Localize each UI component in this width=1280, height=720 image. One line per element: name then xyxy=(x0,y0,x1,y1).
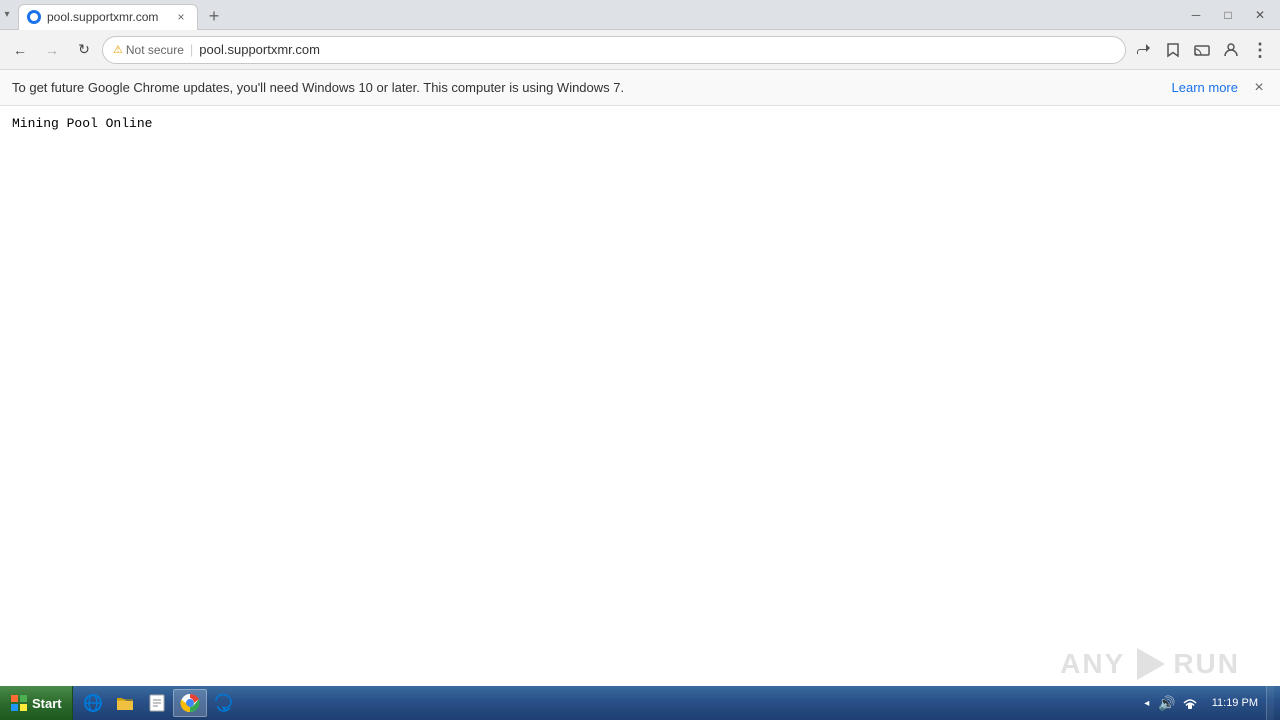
windows-logo-icon xyxy=(11,695,27,711)
share-button[interactable] xyxy=(1130,36,1158,64)
bookmark-button[interactable] xyxy=(1159,36,1187,64)
cast-icon xyxy=(1194,42,1210,58)
taskbar-item-chrome[interactable] xyxy=(173,689,207,717)
active-tab[interactable]: pool.supportxmr.com × xyxy=(18,4,198,30)
speaker-icon[interactable]: 🔊 xyxy=(1158,695,1175,712)
learn-more-link[interactable]: Learn more xyxy=(1172,80,1238,95)
title-bar: ▾ pool.supportxmr.com × + ─ □ ✕ xyxy=(0,0,1280,30)
new-tab-button[interactable]: + xyxy=(200,4,228,30)
notepad-icon xyxy=(147,693,167,713)
ie-icon xyxy=(83,693,103,713)
navigation-bar: ← → ↻ ⚠ Not secure | pool.supportxmr.com… xyxy=(0,30,1280,70)
tab-title: pool.supportxmr.com xyxy=(47,10,169,24)
tab-dropdown[interactable]: ▾ xyxy=(0,0,14,30)
taskbar-item-edge[interactable] xyxy=(207,689,239,717)
network-icon[interactable] xyxy=(1182,696,1198,710)
network-icon-svg xyxy=(1182,696,1198,710)
taskbar-right: ◂ 🔊 11:19 PM xyxy=(1129,686,1280,720)
taskbar: Start xyxy=(0,686,1280,720)
maximize-button[interactable]: □ xyxy=(1212,5,1244,25)
info-bar-message: To get future Google Chrome updates, you… xyxy=(12,80,1172,95)
minimize-button[interactable]: ─ xyxy=(1180,5,1212,25)
menu-button[interactable]: ⋮ xyxy=(1246,36,1274,64)
chrome-icon xyxy=(180,693,200,713)
nav-action-buttons: ⋮ xyxy=(1130,36,1274,64)
tab-close-button[interactable]: × xyxy=(173,9,189,25)
address-divider: | xyxy=(190,42,193,57)
folder-icon xyxy=(115,693,135,713)
back-button[interactable]: ← xyxy=(6,36,34,64)
system-clock[interactable]: 11:19 PM xyxy=(1206,696,1264,710)
bookmark-icon xyxy=(1165,42,1181,58)
start-label: Start xyxy=(32,696,62,711)
taskbar-item-explorer[interactable] xyxy=(109,689,141,717)
start-button[interactable]: Start xyxy=(0,686,73,720)
info-bar: To get future Google Chrome updates, you… xyxy=(0,70,1280,106)
security-label: Not secure xyxy=(126,43,184,57)
taskbar-items xyxy=(73,686,239,720)
favicon-inner xyxy=(30,13,38,21)
address-bar[interactable]: ⚠ Not secure | pool.supportxmr.com xyxy=(102,36,1126,64)
reload-button[interactable]: ↻ xyxy=(70,36,98,64)
tab-strip: ▾ pool.supportxmr.com × + xyxy=(0,0,1180,30)
system-tray: ◂ 🔊 xyxy=(1135,686,1203,720)
tabcast-button[interactable] xyxy=(1188,36,1216,64)
notification-arrow[interactable]: ◂ xyxy=(1141,698,1152,709)
warning-icon: ⚠ xyxy=(113,43,123,56)
profile-icon xyxy=(1223,42,1239,58)
watermark: ANY RUN xyxy=(1060,644,1240,684)
window-controls: ─ □ ✕ xyxy=(1180,5,1280,25)
watermark-text-any: ANY xyxy=(1060,648,1125,680)
taskbar-left: Start xyxy=(0,686,239,720)
page-content: Mining Pool Online xyxy=(0,106,1280,686)
page-text: Mining Pool Online xyxy=(12,116,152,131)
info-bar-close-button[interactable]: × xyxy=(1250,79,1268,97)
start-icon xyxy=(10,694,28,712)
watermark-play-icon xyxy=(1129,644,1169,684)
url-text: pool.supportxmr.com xyxy=(199,42,1115,57)
tab-favicon xyxy=(27,10,41,24)
close-button[interactable]: ✕ xyxy=(1244,5,1276,25)
share-icon xyxy=(1136,42,1152,58)
watermark-text-run: RUN xyxy=(1173,648,1240,680)
tab-list: pool.supportxmr.com × + xyxy=(14,0,228,30)
edge-icon xyxy=(213,693,233,713)
browser-content: Mining Pool Online xyxy=(0,106,1280,686)
taskbar-item-ie[interactable] xyxy=(77,689,109,717)
security-indicator: ⚠ Not secure xyxy=(113,43,184,57)
show-desktop-button[interactable] xyxy=(1266,686,1274,720)
forward-button[interactable]: → xyxy=(38,36,66,64)
profile-button[interactable] xyxy=(1217,36,1245,64)
taskbar-item-notepad[interactable] xyxy=(141,689,173,717)
